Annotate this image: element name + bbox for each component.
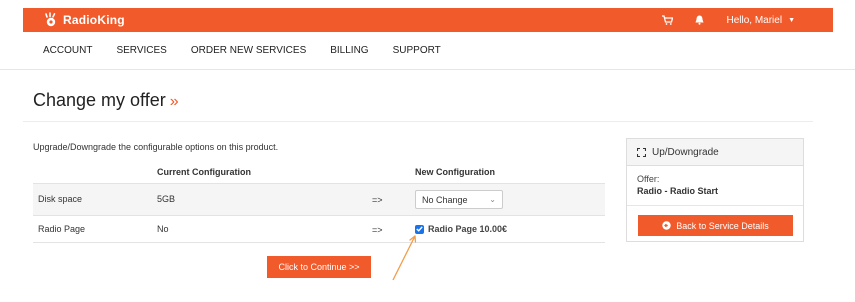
column-header-new: New Configuration — [415, 167, 495, 177]
nav-divider — [0, 69, 855, 70]
row-current-value: 5GB — [157, 194, 176, 204]
upgrade-panel: Up/Downgrade Offer: Radio - Radio Start … — [626, 138, 804, 242]
column-header-current: Current Configuration — [157, 167, 251, 177]
intro-text: Upgrade/Downgrade the configurable optio… — [33, 142, 279, 152]
top-bar: RadioKing Hello, Mariel ▼ — [23, 8, 833, 32]
table-row: Radio Page No => Radio Page 10.00€ — [33, 215, 605, 243]
nav-item-account[interactable]: ACCOUNT — [43, 45, 92, 56]
row-arrow: => — [372, 195, 383, 205]
user-menu[interactable]: Hello, Mariel ▼ — [726, 15, 795, 26]
row-current-value: No — [157, 224, 169, 234]
expand-icon — [637, 147, 646, 157]
offer-label: Offer: — [637, 174, 660, 184]
nav-item-order-new-services[interactable]: ORDER NEW SERVICES — [191, 45, 306, 56]
bell-icon[interactable] — [695, 15, 704, 25]
row-label: Disk space — [38, 194, 83, 204]
table-row: Disk space 5GB => No Change ⌄ — [33, 183, 605, 215]
select-value: No Change — [422, 195, 468, 205]
back-button-label: Back to Service Details — [676, 220, 769, 231]
cart-icon[interactable] — [662, 15, 674, 25]
page-title-text: Change my offer — [33, 90, 166, 110]
offer-value: Radio - Radio Start — [637, 186, 719, 196]
back-to-service-button[interactable]: Back to Service Details — [638, 215, 793, 236]
panel-header: Up/Downgrade — [627, 139, 803, 166]
page-title: Change my offer» — [33, 90, 179, 111]
title-divider — [23, 121, 813, 122]
arrow-left-circle-icon — [662, 221, 671, 230]
disk-space-select[interactable]: No Change ⌄ — [415, 190, 503, 209]
chevron-down-icon: ▼ — [788, 16, 795, 24]
radio-page-checkbox[interactable]: Radio Page 10.00€ — [415, 224, 507, 234]
continue-button[interactable]: Click to Continue >> — [267, 256, 371, 278]
user-greeting: Hello, Mariel — [726, 14, 783, 26]
nav-item-support[interactable]: SUPPORT — [393, 45, 441, 56]
main-nav: ACCOUNT SERVICES ORDER NEW SERVICES BILL… — [43, 45, 465, 56]
row-arrow: => — [372, 225, 383, 235]
brand-logo[interactable]: RadioKing — [43, 12, 125, 28]
annotation-arrow-icon — [392, 235, 417, 281]
nav-item-services[interactable]: SERVICES — [116, 45, 166, 56]
radio-page-option-label[interactable]: Radio Page 10.00€ — [428, 224, 507, 234]
nav-item-billing[interactable]: BILLING — [330, 45, 368, 56]
radioking-logo-icon — [43, 12, 59, 28]
chevron-down-icon: ⌄ — [489, 195, 496, 204]
panel-title: Up/Downgrade — [652, 146, 719, 158]
brand-name: RadioKing — [63, 13, 125, 27]
page-title-suffix: » — [169, 93, 179, 110]
row-label: Radio Page — [38, 224, 86, 234]
